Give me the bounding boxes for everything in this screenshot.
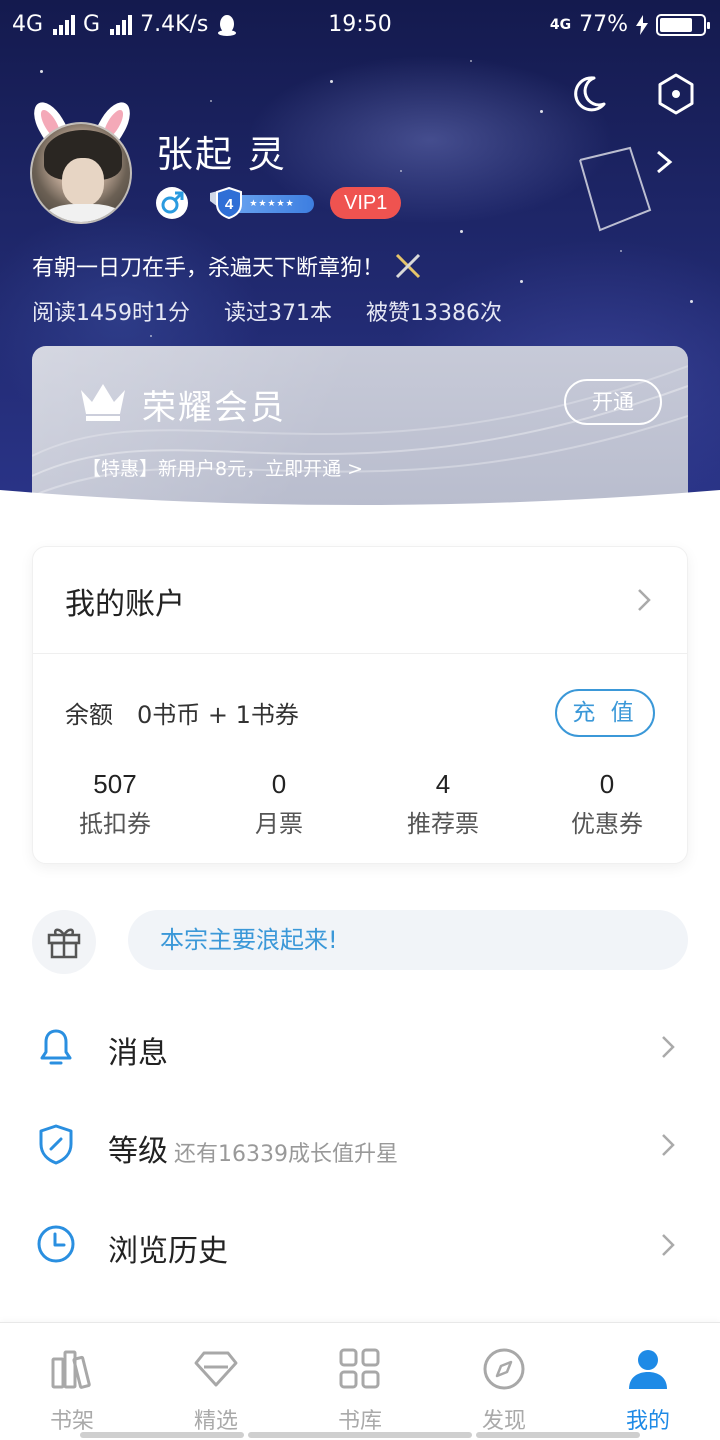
star-decoration: [460, 230, 463, 233]
balance-value: 0书币 + 1书券: [137, 701, 299, 729]
gift-banner[interactable]: 本宗主要浪起来!: [128, 910, 688, 970]
menu-label: 等级: [108, 1134, 168, 1169]
ticket-recommend[interactable]: 4 推荐票: [361, 769, 525, 839]
menu-item-history[interactable]: 浏览历史: [0, 1200, 720, 1290]
recharge-button[interactable]: 充 值: [555, 689, 655, 737]
bell-icon: [40, 1029, 72, 1065]
compass-icon: [483, 1348, 525, 1390]
nav-item-featured[interactable]: 精选: [144, 1323, 288, 1440]
ticket-deduction[interactable]: 507 抵扣券: [33, 769, 197, 839]
male-gender-icon: [156, 187, 188, 219]
menu-item-level[interactable]: 等级 还有16339成长值升星: [0, 1100, 720, 1190]
divider: [33, 653, 687, 654]
reading-stats: 阅读1459时1分 读过371本 被赞13386次: [32, 295, 502, 327]
bottom-nav: 书架 精选 书库 发现 我的: [0, 1322, 720, 1440]
chevron-right-icon: [662, 1134, 675, 1156]
likes-count: 被赞13386次: [366, 301, 502, 326]
bookshelf-icon: [51, 1350, 91, 1389]
ticket-monthly[interactable]: 0 月票: [197, 769, 361, 839]
network-type-label: 4G: [549, 16, 572, 33]
avatar[interactable]: [27, 96, 138, 236]
night-mode-icon[interactable]: [566, 72, 610, 116]
ticket-value: 0: [271, 769, 287, 799]
level-number: 4: [225, 196, 234, 213]
star-decoration: [210, 100, 212, 102]
menu-item-messages[interactable]: 消息: [0, 1002, 720, 1092]
nav-label: 书库: [337, 1409, 382, 1434]
chevron-right-icon[interactable]: [652, 148, 676, 176]
clock-icon: [37, 1225, 75, 1263]
account-title[interactable]: 我的账户: [65, 579, 185, 623]
chevron-right-icon: [662, 1036, 675, 1058]
home-indicator: [476, 1432, 640, 1438]
gift-button[interactable]: [32, 910, 96, 974]
home-indicator: [80, 1432, 244, 1438]
chevron-right-icon: [662, 1234, 675, 1256]
diamond-icon: [194, 1351, 238, 1387]
crossed-swords-icon: [395, 253, 421, 279]
star-decoration: [400, 170, 402, 172]
tickets-row: 507 抵扣券 0 月票 4 推荐票 0 优惠券: [33, 769, 689, 839]
vip-card-title: 荣耀会员: [142, 388, 286, 428]
ticket-value: 4: [435, 769, 451, 799]
ticket-coupon[interactable]: 0 优惠券: [525, 769, 689, 839]
status-bar: 4G G 7.4K/s 19:50 4G 77%: [0, 0, 720, 52]
constellation-decoration: [579, 146, 652, 232]
books-read: 读过371本: [224, 301, 332, 326]
menu-sublabel: 还有16339成长值升星: [174, 1142, 398, 1167]
nav-item-library[interactable]: 书库: [288, 1323, 432, 1440]
ticket-label: 推荐票: [407, 810, 479, 838]
profile-header: 4G G 7.4K/s 19:50 4G 77% 张起 灵 ★★★★★ 4 VI…: [0, 0, 720, 510]
username[interactable]: 张起 灵: [156, 124, 287, 178]
shield-icon: [39, 1124, 73, 1165]
nav-label: 发现: [481, 1409, 526, 1434]
user-icon: [629, 1350, 667, 1389]
avatar-image: [30, 122, 132, 224]
crown-icon: [81, 384, 125, 421]
balance-label: 余额: [65, 701, 113, 729]
star-decoration: [540, 110, 543, 113]
profile-motto: 有朝一日刀在手，杀遍天下断章狗！: [32, 250, 422, 282]
nav-label: 精选: [193, 1409, 238, 1434]
menu-label: 消息: [108, 1036, 168, 1071]
star-decoration: [330, 80, 333, 83]
menu-label: 浏览历史: [108, 1234, 228, 1269]
charging-icon: [636, 14, 648, 35]
star-decoration: [620, 250, 622, 252]
reading-time: 阅读1459时1分: [32, 301, 190, 326]
balance-row: 余额 0书币 + 1书券: [65, 695, 299, 730]
star-decoration: [40, 70, 43, 73]
open-vip-button[interactable]: 开通: [564, 379, 662, 425]
nav-item-discover[interactable]: 发现: [432, 1323, 576, 1440]
star-decoration: [520, 280, 523, 283]
battery-percent: 77%: [579, 12, 628, 37]
vip-badge[interactable]: VIP1: [330, 187, 402, 219]
header-curve-divider: [0, 490, 720, 530]
level-badge[interactable]: ★★★★★ 4: [204, 187, 314, 219]
ticket-label: 优惠券: [571, 810, 643, 838]
chevron-right-icon[interactable]: [635, 587, 653, 613]
battery-icon: [656, 13, 710, 36]
ticket-value: 507: [93, 769, 137, 799]
account-card: 我的账户 余额 0书币 + 1书券 充 值 507 抵扣券 0 月票 4 推荐票…: [32, 546, 688, 864]
home-indicator: [248, 1432, 472, 1438]
nav-label: 我的: [625, 1409, 670, 1434]
motto-text: 有朝一日刀在手，杀遍天下断章狗！: [32, 256, 385, 281]
ticket-label: 抵扣券: [79, 810, 151, 838]
gift-icon: [47, 928, 81, 959]
nav-item-mine[interactable]: 我的: [576, 1323, 720, 1440]
settings-icon[interactable]: [654, 72, 698, 116]
ticket-value: 0: [599, 769, 615, 799]
grid-icon: [339, 1348, 380, 1389]
star-decoration: [150, 335, 152, 337]
level-shield-icon: 4: [210, 187, 242, 219]
star-decoration: [690, 300, 693, 303]
star-decoration: [470, 60, 472, 62]
nav-label: 书架: [49, 1409, 94, 1434]
nav-item-bookshelf[interactable]: 书架: [0, 1323, 144, 1440]
ticket-label: 月票: [255, 810, 303, 838]
